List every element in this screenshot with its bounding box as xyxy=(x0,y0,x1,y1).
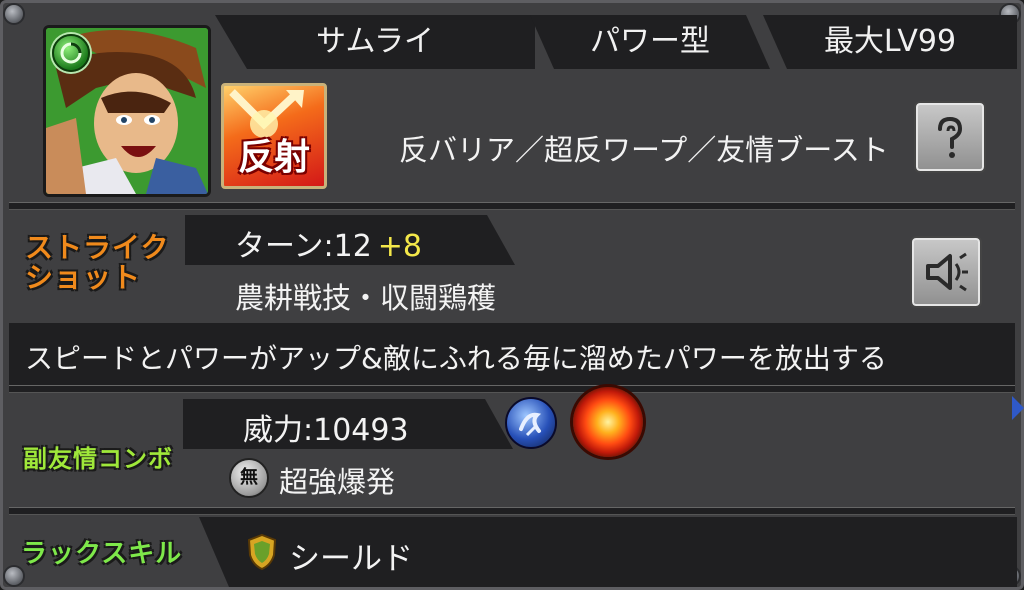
turns-bonus: +8 xyxy=(377,229,423,264)
null-element-icon: 無 xyxy=(229,458,269,498)
shield-icon xyxy=(247,533,277,571)
reflect-type-badge[interactable]: 反射 xyxy=(221,83,327,189)
divider xyxy=(9,385,1015,393)
penetrate-type-icon[interactable] xyxy=(505,397,557,449)
character-portrait[interactable] xyxy=(43,25,211,197)
max-level-tab: 最大LV99 xyxy=(763,15,1017,69)
strike-shot-label: ストライクショット xyxy=(25,231,170,294)
divider xyxy=(9,507,1015,515)
strike-shot-name: 農耕戦技・収闘鶏穫 xyxy=(235,281,497,315)
corner-bolt-icon xyxy=(5,5,23,23)
tribe-tab: サムライ xyxy=(215,15,535,69)
page-arrow-icon[interactable] xyxy=(1012,396,1024,420)
wood-element-icon xyxy=(52,34,90,72)
voice-play-button[interactable] xyxy=(910,236,982,308)
luck-skill-name: シールド xyxy=(289,541,413,577)
sub-combo-name: 超強爆発 xyxy=(279,465,396,499)
divider xyxy=(9,202,1015,210)
reflect-label: 反射 xyxy=(237,137,310,178)
question-icon xyxy=(938,116,963,158)
strike-shot-description: スピードとパワーがアップ&敵にふれる毎に溜めたパワーを放出する xyxy=(25,342,887,375)
type-tab: パワー型 xyxy=(530,15,770,69)
luck-skill-label: ラックスキル xyxy=(21,539,183,569)
turns-value: ターン:12 +8 xyxy=(235,229,423,264)
character-info-panel: サムライ パワー型 最大LV99 反射 反バリア／超反ワープ／友情ブースト スト… xyxy=(0,0,1024,590)
help-button[interactable] xyxy=(914,101,986,173)
combo-power-value: 威力:10493 xyxy=(243,413,409,448)
ability-list: 反バリア／超反ワープ／友情ブースト xyxy=(399,133,889,167)
sub-combo-label: 副友情コンボ xyxy=(23,445,173,473)
explosion-icon[interactable] xyxy=(573,387,643,457)
speaker-icon xyxy=(926,252,968,292)
